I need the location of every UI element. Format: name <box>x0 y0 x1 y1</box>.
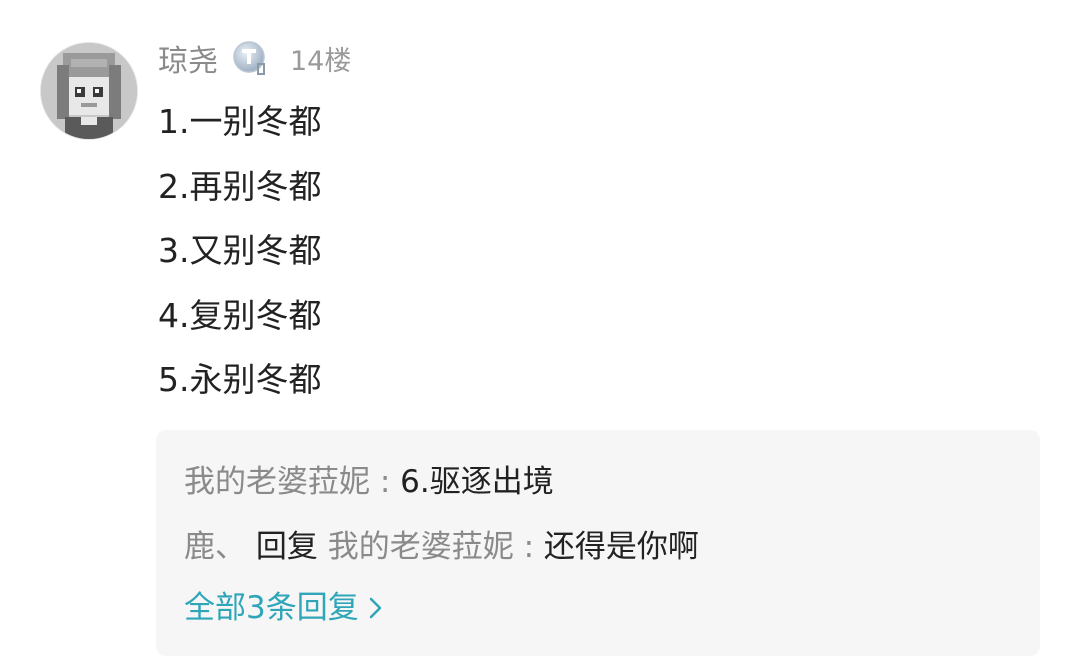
comment-header: 琼尧 14楼 <box>158 36 352 80</box>
avatar[interactable] <box>40 42 138 140</box>
view-all-replies-label[interactable]: 全部3条回复 <box>184 588 359 628</box>
reply-item[interactable]: 我的老婆菈妮 : 6.驱逐出境 <box>184 462 554 502</box>
comment-line: 5.永别冬都 <box>158 360 322 399</box>
reply-item[interactable]: 鹿、 回复 我的老婆菈妮 : 还得是你啊 <box>184 527 699 567</box>
floor-number: 14楼 <box>290 45 352 77</box>
replies-panel[interactable]: 我的老婆菈妮 : 6.驱逐出境 鹿、 回复 我的老婆菈妮 : 还得是你啊 全部3… <box>156 430 1040 656</box>
reply-separator: : <box>523 529 535 565</box>
reply-content: 还得是你啊 <box>543 529 699 565</box>
username[interactable]: 琼尧 <box>158 36 218 80</box>
reply-author[interactable]: 鹿、 <box>184 529 246 565</box>
t-level-badge-icon <box>232 40 268 76</box>
reply-keyword: 回复 <box>255 529 318 565</box>
view-all-replies-link[interactable]: 全部3条回复 <box>184 588 385 628</box>
comment-line: 3.又别冬都 <box>158 231 322 270</box>
reply-separator: : <box>379 464 391 500</box>
comment-line: 1.一别冬都 <box>158 102 322 141</box>
chevron-right-icon <box>369 597 381 619</box>
comment-line: 4.复别冬都 <box>158 295 322 335</box>
reply-content: 6.驱逐出境 <box>400 464 554 500</box>
avatar-pixel-art <box>41 43 137 139</box>
reply-author[interactable]: 我的老婆菈妮 <box>184 464 370 500</box>
comment-body: 1.一别冬都 2.再别冬都 3.又别冬都 4.复别冬都 5.永别冬都 <box>158 100 322 423</box>
reply-target[interactable]: 我的老婆菈妮 <box>328 529 514 565</box>
comment-line: 2.再别冬都 <box>158 166 322 206</box>
